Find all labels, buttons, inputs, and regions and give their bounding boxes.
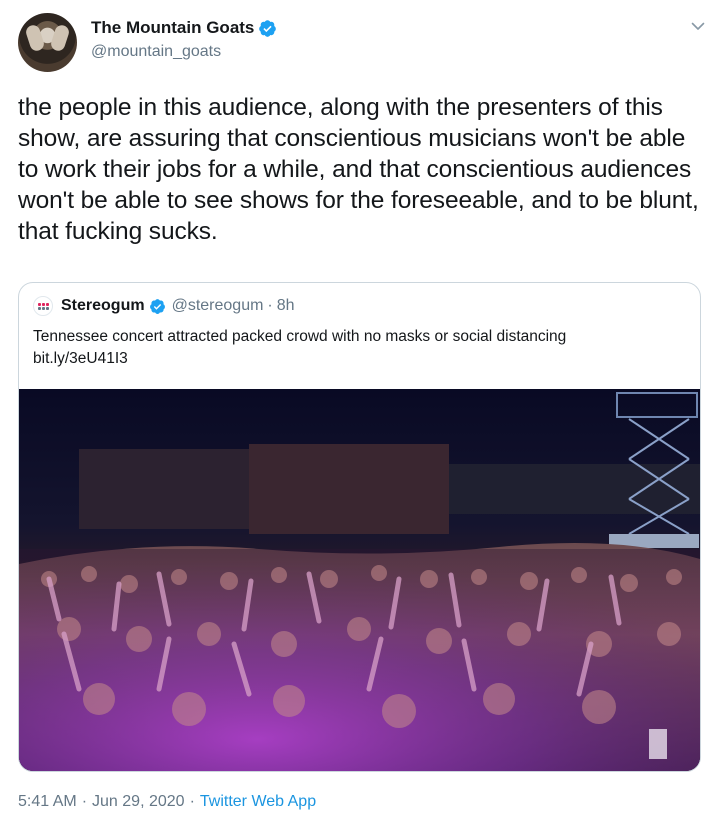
quoted-separator: · (267, 297, 273, 314)
quoted-tweet-header: Stereogum @stereogum · 8h (33, 296, 295, 316)
author-name-row[interactable]: The Mountain Goats (91, 18, 277, 38)
concert-crowd-image (19, 389, 700, 771)
chevron-down-icon[interactable] (690, 18, 706, 34)
tweet-date[interactable]: Jun 29, 2020 (92, 793, 185, 811)
source-app-link[interactable]: Twitter Web App (200, 793, 316, 811)
verified-badge-icon (149, 298, 165, 314)
author-handle[interactable]: @mountain_goats (91, 43, 221, 61)
avatar[interactable] (18, 13, 77, 72)
tweet-time[interactable]: 5:41 AM (18, 793, 77, 811)
author-display-name[interactable]: The Mountain Goats (91, 18, 254, 38)
quoted-tweet-text: Tennessee concert attracted packed crowd… (33, 326, 683, 370)
verified-badge-icon (259, 19, 277, 37)
concert-crowd-photo[interactable] (19, 389, 700, 771)
meta-separator: · (189, 793, 195, 810)
tweet-card: The Mountain Goats @mountain_goats the p… (0, 0, 720, 832)
quoted-timestamp: 8h (276, 297, 295, 314)
tweet-metadata: 5:41 AM · Jun 29, 2020 · Twitter Web App (18, 793, 316, 811)
meta-separator: · (81, 793, 88, 810)
quoted-tweet[interactable]: Stereogum @stereogum · 8h Tennessee conc… (18, 282, 701, 772)
tweet-text: the people in this audience, along with … (18, 94, 699, 245)
quoted-display-name: Stereogum (61, 297, 145, 314)
quoted-text-line: Tennessee concert attracted packed crowd… (33, 328, 567, 345)
stereogum-logo (33, 296, 53, 316)
quoted-handle: @stereogum (171, 297, 264, 314)
quoted-link: bit.ly/3eU41I3 (33, 350, 128, 367)
